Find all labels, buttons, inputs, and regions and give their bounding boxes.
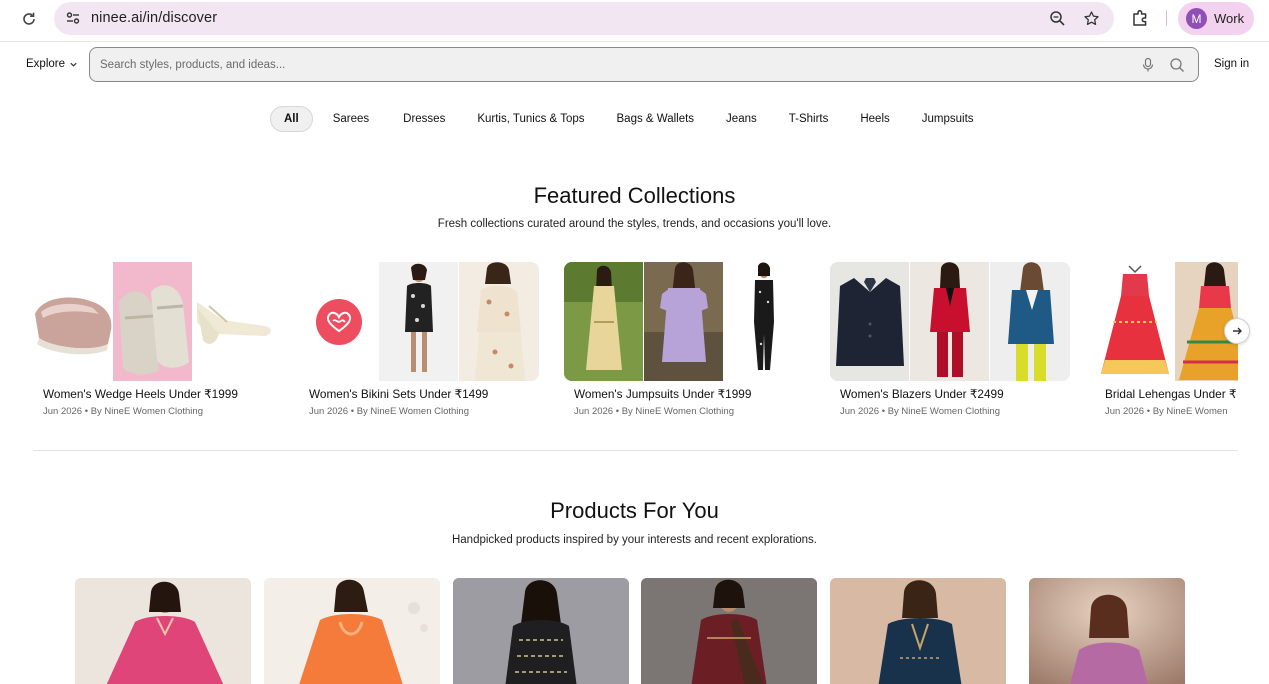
featured-subtitle: Fresh collections curated around the sty… (437, 218, 832, 230)
collection-title[interactable]: Bridal Lehengas Under ₹ (1105, 387, 1236, 401)
zoom-icon[interactable] (1047, 8, 1067, 28)
product-card[interactable] (1029, 578, 1185, 684)
chip-heels[interactable]: Heels (844, 106, 905, 132)
collection-image (299, 262, 539, 381)
chip-jumpsuits[interactable]: Jumpsuits (906, 106, 990, 132)
collection-image (1095, 262, 1238, 381)
product-card[interactable] (830, 578, 1006, 684)
chip-dresses[interactable]: Dresses (385, 106, 461, 132)
product-thumb (724, 262, 804, 381)
carousel-next-button[interactable] (1224, 318, 1250, 344)
product-thumb (564, 262, 643, 381)
product-thumb (113, 262, 192, 381)
product-thumb (1095, 262, 1174, 381)
avatar: M (1186, 8, 1207, 29)
toolbar-separator (1166, 10, 1167, 26)
products-title: Products For You (550, 498, 719, 523)
collection-card-jumpsuits[interactable]: Women's Jumpsuits Under ₹1999 Jun 2026 •… (564, 262, 804, 417)
chip-all[interactable]: All (270, 106, 313, 132)
mic-icon[interactable] (1140, 57, 1156, 73)
product-thumb (830, 262, 909, 381)
product-thumb (379, 262, 458, 381)
chip-jeans[interactable]: Jeans (710, 106, 773, 132)
collection-meta: Jun 2026 • By NineE Women (1105, 406, 1228, 417)
collection-card-blazers[interactable]: Women's Blazers Under ₹2499 Jun 2026 • B… (830, 262, 1070, 417)
product-thumb (33, 262, 112, 381)
product-thumb (459, 262, 539, 381)
section-divider (33, 450, 1238, 451)
collection-meta: Jun 2026 • By NineE Women Clothing (574, 406, 734, 417)
collection-meta: Jun 2026 • By NineE Women Clothing (840, 406, 1000, 417)
collection-image (830, 262, 1070, 381)
featured-title: Featured Collections (533, 183, 736, 208)
puzzle-icon[interactable] (1131, 8, 1151, 28)
sign-in-button[interactable]: Sign in (1214, 58, 1249, 70)
product-thumb (193, 262, 273, 381)
address-bar[interactable]: ninee.ai/in/discover (54, 2, 1114, 35)
search-bar (89, 47, 1199, 82)
product-card[interactable] (641, 578, 817, 684)
chip-tshirts[interactable]: T-Shirts (773, 106, 845, 132)
browser-toolbar: ninee.ai/in/discover M Work (0, 0, 1269, 42)
collection-image (33, 262, 273, 381)
collection-title[interactable]: Women's Jumpsuits Under ₹1999 (574, 387, 751, 401)
search-icon[interactable] (1169, 57, 1185, 73)
product-thumb (990, 262, 1070, 381)
star-icon[interactable] (1081, 8, 1101, 28)
chevron-down-icon (70, 62, 77, 67)
url-text[interactable]: ninee.ai/in/discover (91, 10, 217, 26)
collection-image (564, 262, 804, 381)
collection-card-bridal-lehengas[interactable]: Bridal Lehengas Under ₹ Jun 2026 • By Ni… (1095, 262, 1238, 432)
category-chips: All Sarees Dresses Kurtis, Tunics & Tops… (270, 106, 990, 132)
profile-label: Work (1214, 11, 1245, 26)
arrow-right-icon (1233, 327, 1242, 335)
product-card[interactable] (264, 578, 440, 684)
search-input[interactable] (100, 56, 1100, 74)
collection-card-wedge-heels[interactable]: Women's Wedge Heels Under ₹1999 Jun 2026… (33, 262, 273, 417)
profile-button[interactable]: M Work (1178, 2, 1254, 35)
collection-title[interactable]: Women's Blazers Under ₹2499 (840, 387, 1004, 401)
chip-sarees[interactable]: Sarees (313, 106, 385, 132)
products-subtitle: Handpicked products inspired by your int… (451, 534, 817, 546)
site-info-icon[interactable] (62, 7, 84, 29)
collection-card-bikini-sets[interactable]: Women's Bikini Sets Under ₹1499 Jun 2026… (299, 262, 539, 417)
product-card[interactable] (453, 578, 629, 684)
explore-menu[interactable]: Explore (26, 58, 78, 70)
product-thumb (644, 262, 723, 381)
collection-title[interactable]: Women's Wedge Heels Under ₹1999 (43, 387, 238, 401)
heart-infinity-logo (315, 298, 362, 345)
chip-kurtis[interactable]: Kurtis, Tunics & Tops (461, 106, 600, 132)
collection-title[interactable]: Women's Bikini Sets Under ₹1499 (309, 387, 488, 401)
brand-thumb (299, 262, 378, 381)
collection-meta: Jun 2026 • By NineE Women Clothing (43, 406, 203, 417)
product-card[interactable] (75, 578, 251, 684)
collection-meta: Jun 2026 • By NineE Women Clothing (309, 406, 469, 417)
reload-icon[interactable] (18, 8, 40, 30)
chip-bags[interactable]: Bags & Wallets (601, 106, 711, 132)
product-thumb (910, 262, 989, 381)
explore-label: Explore (26, 58, 65, 70)
